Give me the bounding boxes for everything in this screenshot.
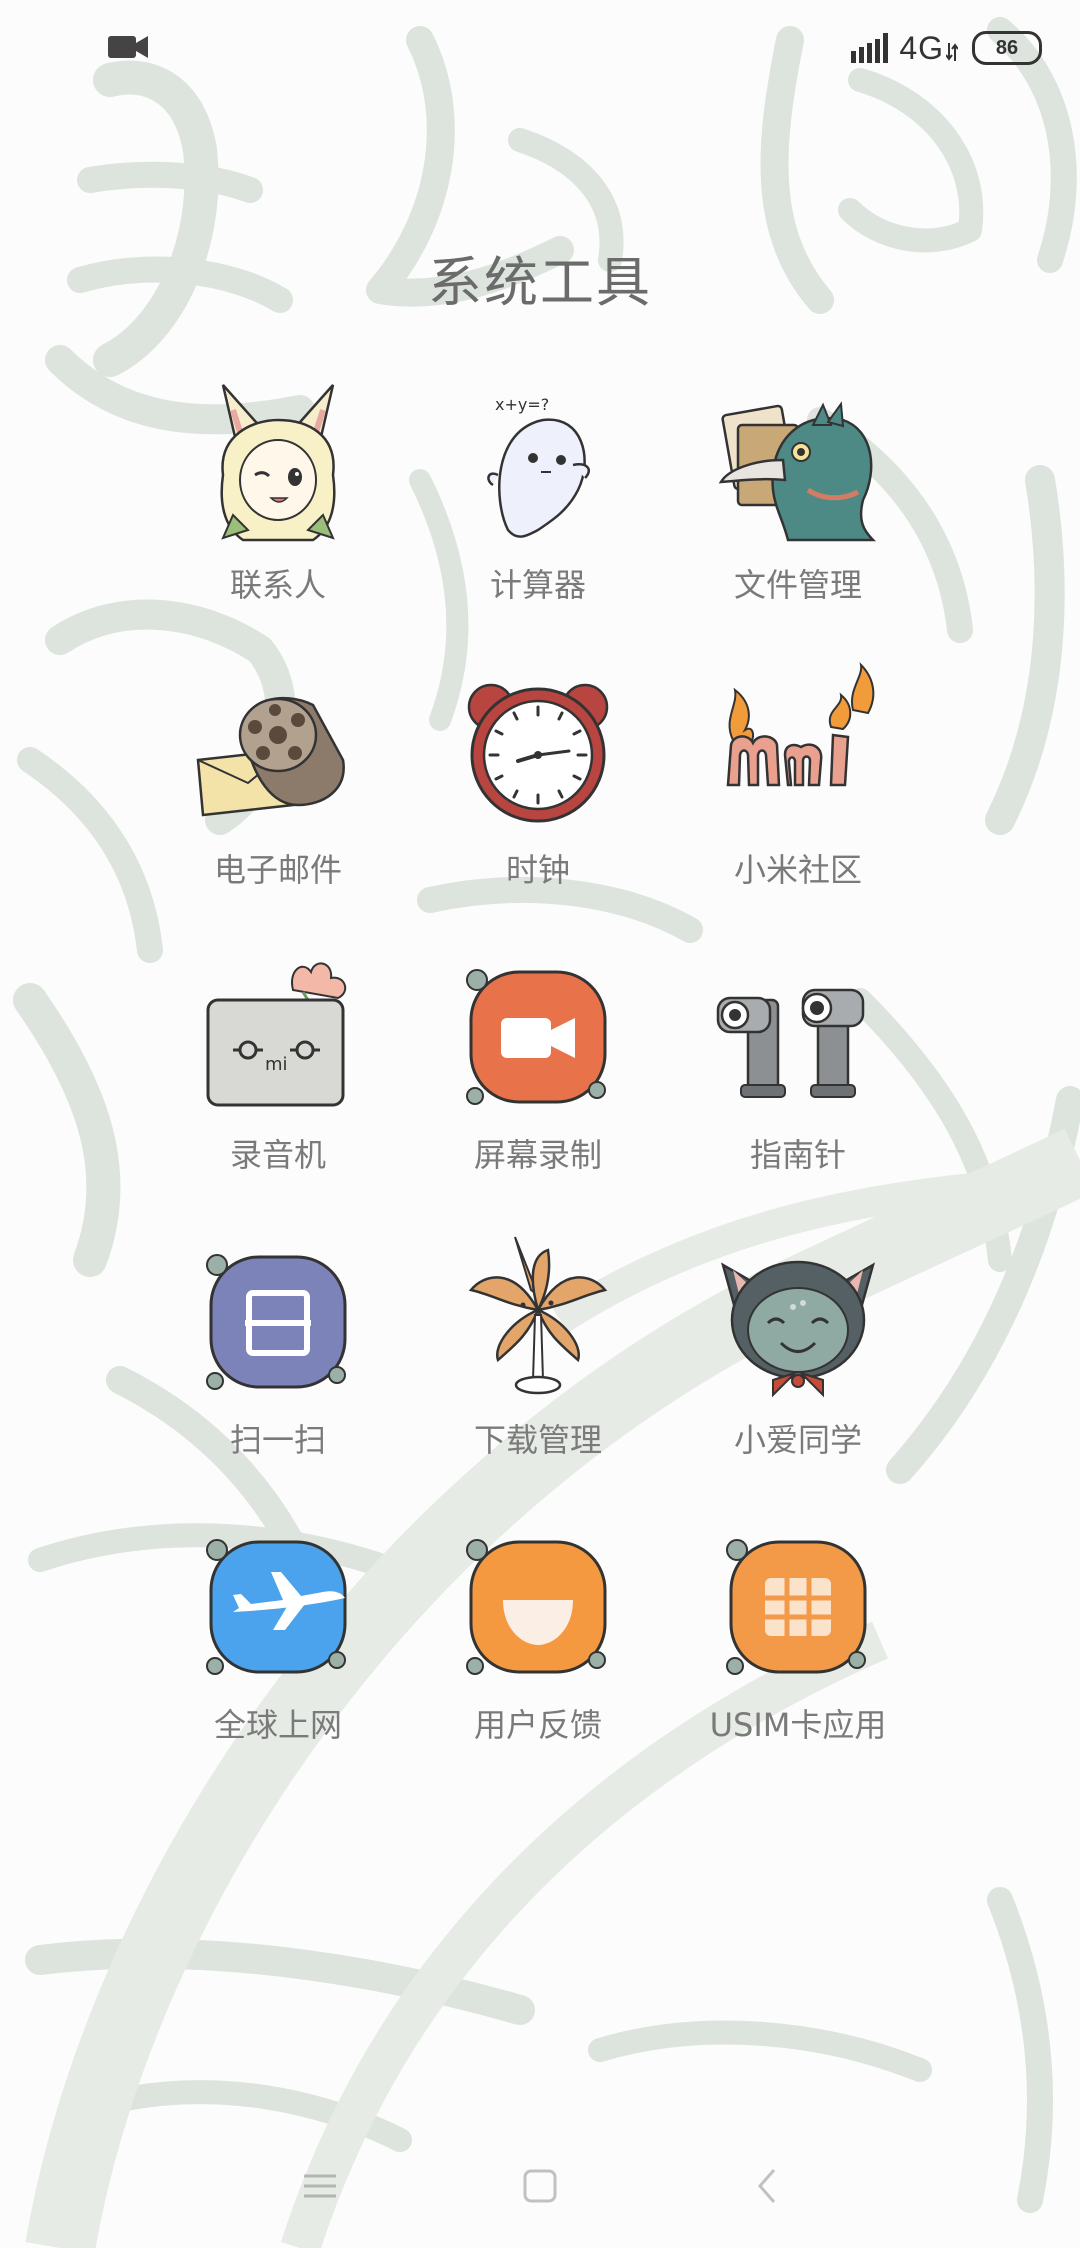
xiaoai-cat-icon xyxy=(713,1235,883,1405)
global-internet-plane-icon xyxy=(193,1520,363,1690)
video-camera-icon xyxy=(108,36,148,58)
download-flower-icon xyxy=(453,1235,623,1405)
app-recorder[interactable]: mi 录音机 xyxy=(148,950,408,1235)
feedback-smile-icon xyxy=(453,1520,623,1690)
app-label: 联系人 xyxy=(229,566,326,604)
network-type-label: 4G xyxy=(899,29,944,66)
app-screen-record[interactable]: 屏幕录制 xyxy=(408,950,668,1235)
app-label: 指南针 xyxy=(749,1136,846,1174)
back-chevron-icon[interactable] xyxy=(744,2162,792,2210)
recorder-box-icon: mi xyxy=(193,950,363,1120)
app-grid: 联系人 x+y=? 计算器 文件管理 电子邮件 时钟 小米社区 mi 录音机 屏… xyxy=(148,380,928,1805)
app-label: 文件管理 xyxy=(733,566,862,604)
calculator-ghost-icon: x+y=? xyxy=(453,380,623,550)
app-mi-community[interactable]: 小米社区 xyxy=(668,662,928,950)
app-label: 电子邮件 xyxy=(213,851,342,889)
svg-text:x+y=?: x+y=? xyxy=(495,395,549,414)
signal-bars-icon xyxy=(851,33,889,63)
app-download-manager[interactable]: 下载管理 xyxy=(408,1235,668,1520)
app-email[interactable]: 电子邮件 xyxy=(148,665,408,950)
app-label: 小爱同学 xyxy=(733,1421,862,1459)
alarm-clock-icon xyxy=(453,665,623,835)
app-contacts[interactable]: 联系人 xyxy=(148,380,408,665)
app-label: 用户反馈 xyxy=(473,1706,602,1744)
screen-record-camera-icon xyxy=(453,950,623,1120)
app-user-feedback[interactable]: 用户反馈 xyxy=(408,1520,668,1805)
file-manager-bird-icon xyxy=(713,380,883,550)
contacts-fox-girl-icon xyxy=(193,380,363,550)
app-label: USIM卡应用 xyxy=(709,1706,887,1744)
app-xiaoai[interactable]: 小爱同学 xyxy=(668,1235,928,1520)
usim-card-icon xyxy=(713,1520,883,1690)
scanner-icon xyxy=(193,1235,363,1405)
mi-community-flame-icon xyxy=(713,662,883,835)
app-label: 时钟 xyxy=(505,851,570,889)
app-clock[interactable]: 时钟 xyxy=(408,665,668,950)
app-label: 计算器 xyxy=(489,566,586,604)
app-scanner[interactable]: 扫一扫 xyxy=(148,1235,408,1520)
app-label: 屏幕录制 xyxy=(473,1136,602,1174)
email-lotus-root-icon xyxy=(193,665,363,835)
svg-text:mi: mi xyxy=(265,1054,288,1075)
app-compass[interactable]: 指南针 xyxy=(668,950,928,1235)
app-calculator[interactable]: x+y=? 计算器 xyxy=(408,380,668,665)
compass-binoculars-icon xyxy=(713,950,883,1120)
status-right: 4G 86 xyxy=(851,28,1042,68)
app-label: 下载管理 xyxy=(473,1421,602,1459)
menu-lines-icon[interactable] xyxy=(296,2162,344,2210)
app-label: 小米社区 xyxy=(733,851,862,889)
folder-title[interactable]: 系统工具 xyxy=(0,238,1080,317)
app-label: 录音机 xyxy=(229,1136,326,1174)
battery-indicator: 86 xyxy=(972,31,1042,65)
navigation-bar xyxy=(0,2150,1080,2220)
status-bar: 4G 86 xyxy=(0,0,1080,96)
app-label: 全球上网 xyxy=(213,1706,342,1744)
app-label: 扫一扫 xyxy=(229,1421,326,1459)
app-file-manager[interactable]: 文件管理 xyxy=(668,380,928,665)
app-global-internet[interactable]: 全球上网 xyxy=(148,1520,408,1805)
battery-level: 86 xyxy=(995,36,1019,59)
app-usim[interactable]: USIM卡应用 xyxy=(668,1520,928,1805)
data-arrows-icon xyxy=(946,43,958,61)
home-square-icon[interactable] xyxy=(516,2162,564,2210)
